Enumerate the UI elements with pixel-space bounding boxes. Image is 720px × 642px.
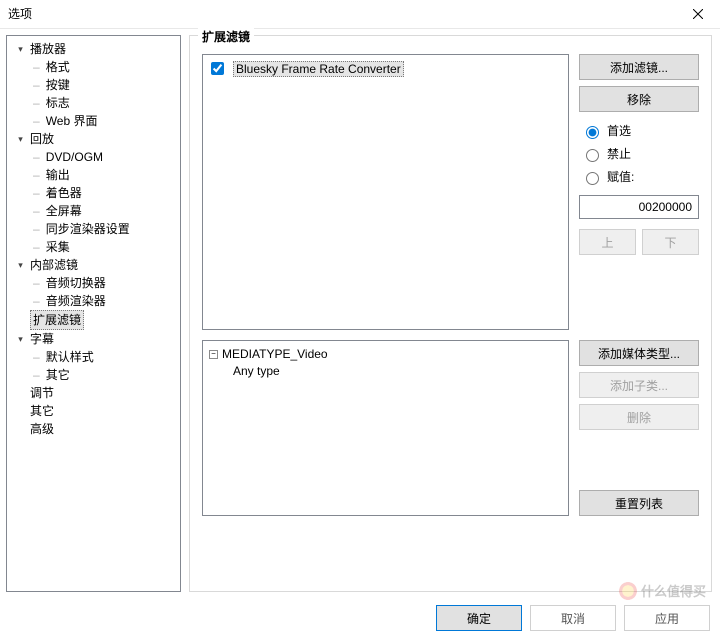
add-filter-button[interactable]: 添加滤镜... [579,54,699,80]
add-media-type-button[interactable]: 添加媒体类型... [579,340,699,366]
tree-leaf-audio-renderer[interactable]: –音频渲染器 [31,292,180,310]
titlebar: 选项 [0,0,720,28]
tree-leaf-format[interactable]: –格式 [31,58,180,76]
tree-leaf-web[interactable]: –Web 界面 [31,112,180,130]
media-tree-child[interactable]: Any type [233,361,562,381]
apply-button[interactable]: 应用 [624,605,710,631]
media-tree-label: MEDIATYPE_Video [222,347,328,361]
add-subtype-button[interactable]: 添加子类... [579,372,699,398]
move-down-button[interactable]: 下 [642,229,699,255]
groupbox-external-filters: 扩展滤镜 Bluesky Frame Rate Converter 添加滤镜..… [189,35,712,592]
radio-preferred[interactable]: 首选 [581,122,699,139]
media-tree-node[interactable]: − MEDIATYPE_Video [209,347,562,361]
tree-leaf-shader[interactable]: –着色器 [31,184,180,202]
tree-leaf-output[interactable]: –输出 [31,166,180,184]
tree-leaf-audio-switcher[interactable]: –音频切换器 [31,274,180,292]
filter-checkbox[interactable] [211,62,224,75]
tree-node-external-filters[interactable]: ▾ 扩展滤镜 [13,310,180,330]
tree-leaf-sync[interactable]: –同步渲染器设置 [31,220,180,238]
watermark-logo-icon [619,582,637,600]
tree-node-internal-filters[interactable]: ▾ 内部滤镜 [13,256,180,274]
settings-panel: 扩展滤镜 Bluesky Frame Rate Converter 添加滤镜..… [189,35,712,592]
chevron-down-icon[interactable]: ▾ [15,260,26,271]
tree-node-subtitles[interactable]: ▾ 字幕 [13,330,180,348]
dialog-footer: 确定 取消 应用 [0,598,720,638]
remove-filter-button[interactable]: 移除 [579,86,699,112]
close-icon [693,9,703,19]
chevron-down-icon[interactable]: ▾ [15,44,26,55]
delete-media-button[interactable]: 删除 [579,404,699,430]
filter-list-item[interactable]: Bluesky Frame Rate Converter [207,59,564,78]
filter-item-label: Bluesky Frame Rate Converter [233,61,404,77]
window-title: 选项 [8,5,32,22]
move-up-button[interactable]: 上 [579,229,636,255]
tree-node-playback[interactable]: ▾ 回放 [13,130,180,148]
radio-set-merit[interactable]: 赋值: [581,168,699,185]
radio-blocked[interactable]: 禁止 [581,145,699,162]
reset-list-button[interactable]: 重置列表 [579,490,699,516]
watermark: 什么值得买 [619,581,706,600]
tree-leaf-logo[interactable]: –标志 [31,94,180,112]
nav-tree-panel: ▾ 播放器 –格式 –按键 –标志 –Web 界面 ▾ 回放 [6,35,181,592]
group-title: 扩展滤镜 [198,28,254,45]
filter-list[interactable]: Bluesky Frame Rate Converter [202,54,569,330]
tree-node-advanced[interactable]: ▾高级 [13,420,180,438]
chevron-down-icon[interactable]: ▾ [15,134,26,145]
media-type-tree[interactable]: − MEDIATYPE_Video Any type [202,340,569,516]
tree-leaf-default-style[interactable]: –默认样式 [31,348,180,366]
merit-value-input[interactable] [579,195,699,219]
nav-tree[interactable]: ▾ 播放器 –格式 –按键 –标志 –Web 界面 ▾ 回放 [7,40,180,438]
tree-node-other[interactable]: ▾其它 [13,402,180,420]
cancel-button[interactable]: 取消 [530,605,616,631]
tree-leaf-keys[interactable]: –按键 [31,76,180,94]
ok-button[interactable]: 确定 [436,605,522,631]
tree-leaf-fullscreen[interactable]: –全屏幕 [31,202,180,220]
close-button[interactable] [678,0,718,28]
tree-leaf-capture[interactable]: –采集 [31,238,180,256]
main-area: ▾ 播放器 –格式 –按键 –标志 –Web 界面 ▾ 回放 [0,28,720,598]
minus-icon[interactable]: − [209,350,218,359]
priority-radio-group: 首选 禁止 赋值: [581,122,699,185]
tree-node-tweaks[interactable]: ▾调节 [13,384,180,402]
tree-leaf-misc[interactable]: –其它 [31,366,180,384]
tree-leaf-dvd[interactable]: –DVD/OGM [31,148,180,166]
tree-node-player[interactable]: ▾ 播放器 [13,40,180,58]
chevron-down-icon[interactable]: ▾ [15,334,26,345]
